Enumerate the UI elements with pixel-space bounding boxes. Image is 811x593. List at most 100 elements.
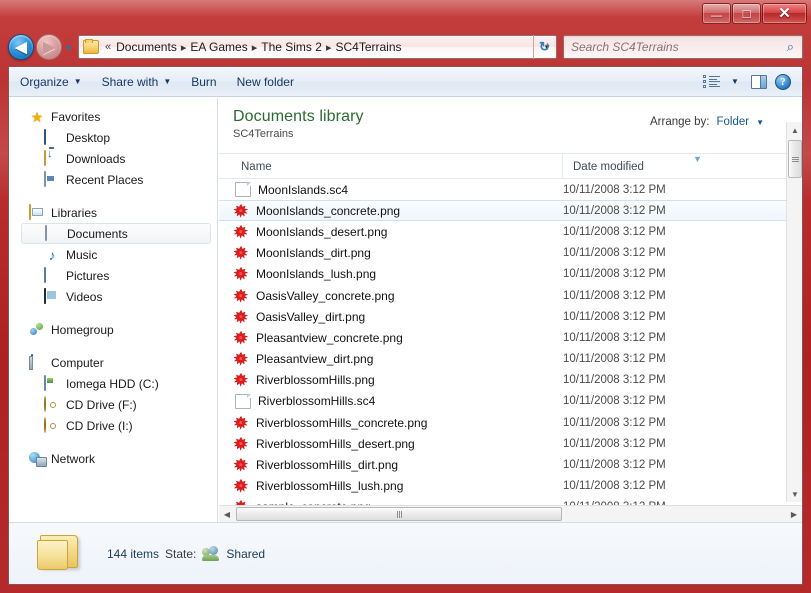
file-row[interactable]: RiverblossomHills_desert.png 10/11/2008 3… — [219, 433, 788, 454]
sidebar-group-libraries[interactable]: Libraries — [9, 202, 217, 223]
sidebar-group-computer[interactable]: Computer — [9, 352, 217, 373]
file-name-label: MoonIslands_dirt.png — [256, 246, 371, 261]
organize-button[interactable]: Organize ▼ — [11, 71, 91, 93]
file-row[interactable]: Pleasantview_dirt.png 10/11/2008 3:12 PM — [219, 349, 788, 370]
sidebar-item-cd-drive-i[interactable]: CD Drive (I:) — [9, 415, 217, 436]
breadcrumb-sc4terrains[interactable]: SC4Terrains — [332, 38, 404, 56]
help-button[interactable]: ? — [772, 71, 794, 93]
pictures-icon — [44, 266, 60, 284]
sidebar-item-cd-drive-f[interactable]: CD Drive (F:) — [9, 394, 217, 415]
sidebar-item-desktop[interactable]: Desktop — [9, 127, 217, 148]
folder-icon — [37, 534, 83, 574]
scroll-right-button[interactable]: ▶ — [786, 506, 802, 522]
column-header-name[interactable]: Name — [231, 154, 561, 179]
share-with-button[interactable]: Share with ▼ — [93, 71, 181, 93]
chevron-down-icon: ▼ — [756, 117, 764, 127]
breadcrumb-separator-icon[interactable]: ▸ — [325, 41, 333, 54]
file-rows-container[interactable]: MoonIslands.sc4 10/11/2008 3:12 PM MoonIsl… — [219, 179, 788, 533]
sidebar-label-recent-places: Recent Places — [66, 172, 144, 187]
arrange-by-value[interactable]: Folder — [716, 116, 749, 128]
file-row[interactable]: RiverblossomHills.png 10/11/2008 3:12 PM — [219, 370, 788, 391]
sidebar-item-music[interactable]: ♪ Music — [9, 244, 217, 265]
breadcrumb-overflow-icon[interactable]: « — [101, 41, 113, 53]
breadcrumb-documents[interactable]: Documents — [113, 38, 180, 56]
file-row[interactable]: RiverblossomHills_lush.png 10/11/2008 3:1… — [219, 476, 788, 497]
breadcrumb-separator-icon[interactable]: ▸ — [180, 41, 188, 54]
preview-pane-button[interactable] — [748, 71, 770, 93]
file-name-label: RiverblossomHills_desert.png — [256, 436, 415, 451]
breadcrumb-the-sims-2[interactable]: The Sims 2 — [258, 38, 325, 56]
back-button[interactable]: ◀ — [8, 34, 34, 60]
file-name-label: Pleasantview_dirt.png — [256, 352, 374, 367]
search-input[interactable] — [571, 40, 787, 54]
sidebar-group-network[interactable]: Network — [9, 448, 217, 469]
file-row[interactable]: Pleasantview_concrete.png 10/11/2008 3:12… — [219, 327, 788, 348]
sidebar-item-videos[interactable]: Videos — [9, 286, 217, 307]
arrange-by-control[interactable]: Arrange by: Folder ▼ — [650, 116, 764, 128]
scroll-up-button[interactable]: ▲ — [787, 122, 802, 138]
explorer-client-area: Organize ▼ Share with ▼ Burn New folder — [8, 66, 803, 585]
search-icon: ⌕ — [786, 39, 794, 54]
file-row[interactable]: MoonIslands_desert.png 10/11/2008 3:12 PM — [219, 221, 788, 242]
triangle-right-icon: ▶ — [790, 509, 798, 519]
column-header-date-modified[interactable]: Date modified — [562, 154, 792, 179]
sidebar-item-documents[interactable]: Documents — [21, 223, 211, 244]
sidebar-label-desktop: Desktop — [66, 130, 111, 145]
file-date-modified: 10/11/2008 3:12 PM — [563, 183, 666, 196]
minimize-button[interactable]: — — [702, 3, 731, 24]
libraries-icon — [29, 203, 45, 221]
vertical-scrollbar[interactable]: ▲ ▼ — [786, 122, 802, 502]
file-row[interactable]: OasisValley_concrete.png 10/11/2008 3:12 … — [219, 285, 788, 306]
explorer-window: — □ ✕ ◀ ▶ ▼ « Documents ▸ EA Games ▸ The… — [0, 0, 811, 593]
file-name-cell: Pleasantview_concrete.png — [233, 330, 563, 346]
recent-places-icon — [44, 170, 60, 188]
homegroup-icon — [29, 322, 45, 338]
sidebar-item-downloads[interactable]: Downloads — [9, 148, 217, 169]
file-row[interactable]: OasisValley_dirt.png 10/11/2008 3:12 PM — [219, 306, 788, 327]
breadcrumb-ea-games[interactable]: EA Games — [187, 38, 250, 56]
page-subtitle: SC4Terrains — [233, 128, 294, 140]
sidebar-label-downloads: Downloads — [66, 151, 126, 166]
file-row[interactable]: RiverblossomHills.sc4 10/11/2008 3:12 PM — [219, 391, 788, 412]
triangle-up-icon: ▲ — [791, 125, 799, 135]
documents-icon — [45, 224, 61, 242]
burn-button[interactable]: Burn — [182, 71, 225, 93]
maximize-button[interactable]: □ — [732, 3, 761, 24]
address-bar[interactable]: « Documents ▸ EA Games ▸ The Sims 2 ▸ SC… — [78, 35, 557, 59]
scroll-down-button[interactable]: ▼ — [787, 486, 802, 502]
breadcrumb-separator-icon[interactable]: ▸ — [251, 41, 259, 54]
sidebar-group-favorites[interactable]: ★ Favorites — [9, 106, 217, 127]
scroll-left-button[interactable]: ◀ — [219, 506, 235, 522]
close-button[interactable]: ✕ — [762, 3, 807, 24]
change-view-dropdown[interactable]: ▼ — [724, 71, 746, 93]
file-row[interactable]: RiverblossomHills_dirt.png 10/11/2008 3:1… — [219, 454, 788, 475]
refresh-button[interactable]: ↻ — [533, 35, 555, 59]
forward-button[interactable]: ▶ — [36, 34, 62, 60]
horizontal-scrollbar[interactable]: ◀ ▶ — [219, 505, 802, 522]
sidebar-item-pictures[interactable]: Pictures — [9, 265, 217, 286]
file-row[interactable]: MoonIslands.sc4 10/11/2008 3:12 PM — [219, 179, 788, 200]
sidebar-item-recent-places[interactable]: Recent Places — [9, 169, 217, 190]
horizontal-scrollbar-thumb[interactable] — [236, 507, 562, 521]
close-icon: ✕ — [778, 5, 791, 22]
sidebar-group-homegroup[interactable]: Homegroup — [9, 319, 217, 340]
library-header: Documents library SC4Terrains Arrange by… — [219, 98, 802, 148]
change-view-button[interactable] — [700, 71, 722, 93]
file-name-label: RiverblossomHills.sc4 — [258, 394, 376, 409]
file-row[interactable]: RiverblossomHills_concrete.png 10/11/2008… — [219, 412, 788, 433]
search-box[interactable]: ⌕ — [563, 35, 803, 59]
navigation-pane[interactable]: ★ Favorites Desktop Downloads Recent Pla… — [9, 98, 218, 553]
file-row[interactable]: MoonIslands_lush.png 10/11/2008 3:12 PM — [219, 264, 788, 285]
file-list-pane[interactable]: Documents library SC4Terrains Arrange by… — [219, 98, 802, 553]
file-row[interactable]: MoonIslands_dirt.png 10/11/2008 3:12 PM — [219, 243, 788, 264]
file-row[interactable]: MoonIslands_concrete.png 10/11/2008 3:12 … — [219, 200, 788, 222]
sidebar-item-iomega-hdd-c[interactable]: Iomega HDD (C:) — [9, 373, 217, 394]
recent-pages-dropdown[interactable]: ▼ — [63, 43, 74, 53]
png-file-icon — [233, 288, 249, 304]
vertical-scrollbar-thumb[interactable] — [788, 140, 802, 178]
new-folder-button[interactable]: New folder — [228, 71, 303, 93]
sidebar-label-favorites: Favorites — [51, 109, 101, 124]
details-pane: 144 items State: Shared — [9, 522, 802, 584]
